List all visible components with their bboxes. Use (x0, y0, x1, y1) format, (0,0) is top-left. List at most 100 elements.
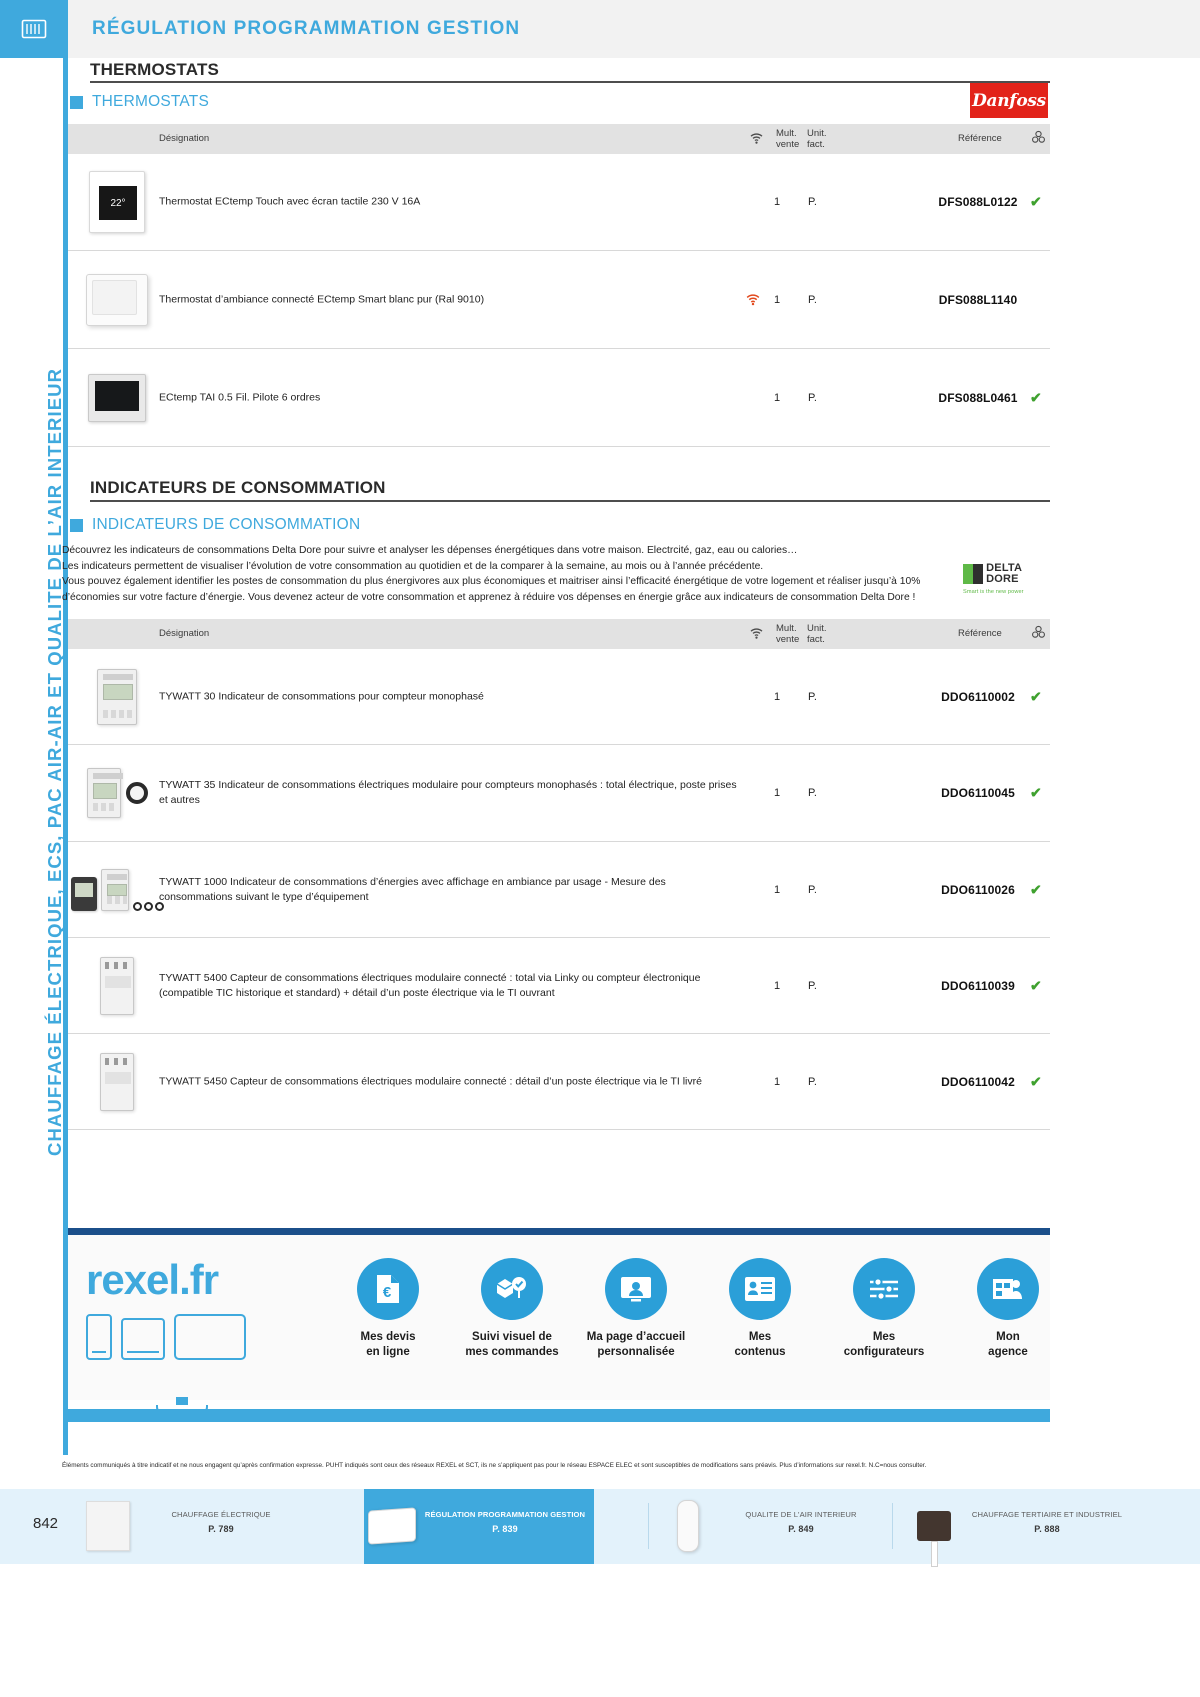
promo-feature-suivi[interactable]: Suivi visuel de mes commandes (450, 1258, 574, 1360)
product-designation: TYWATT 1000 Indicateur de consommations … (159, 875, 666, 903)
promo-bottom-rule (68, 1409, 1050, 1422)
product-reference[interactable]: DDO6110039 (923, 979, 1033, 993)
subhead-indicateurs: INDICATEURS DE CONSOMMATION (70, 516, 360, 534)
connected-wifi-icon (746, 293, 760, 306)
promo-feature-agence[interactable]: Mon agence (946, 1258, 1070, 1360)
product-unit-fact: P. (808, 883, 817, 896)
promo-feature-mes-devis[interactable]: € Mes devis en ligne (326, 1258, 450, 1360)
feature-label: Suivi visuel de mes commandes (465, 1331, 559, 1358)
feature-label: Mes contenus (734, 1331, 786, 1358)
availability-check-icon: ✔ (1030, 881, 1042, 897)
col-mult-vente: Mult. vente (776, 128, 800, 150)
rexel-logo: rexel.fr (86, 1256, 219, 1303)
product-thumbnail (78, 364, 156, 432)
bullet-square-icon (70, 518, 83, 532)
product-unit-fact: P. (808, 979, 817, 992)
feature-label: Mon agence (988, 1331, 1028, 1358)
product-designation: TYWATT 5400 Capteur de consommations éle… (159, 971, 701, 999)
promo-feature-configurateurs[interactable]: Mes configurateurs (822, 1258, 946, 1360)
product-designation: TYWATT 30 Indicateur de consommations po… (159, 689, 484, 702)
product-unit-fact: P. (808, 391, 817, 404)
product-thumbnail (78, 759, 156, 827)
devices-illustration (86, 1314, 246, 1360)
thermostats-table: Désignation Mult. vente Unit. fact. Réfé… (68, 124, 1050, 447)
table-row[interactable]: 22° Thermostat ECtemp Touch avec écran t… (68, 154, 1050, 251)
table-row[interactable]: Thermostat d’ambiance connecté ECtemp Sm… (68, 251, 1050, 349)
availability-check-icon: ✔ (1030, 389, 1042, 405)
product-mult-vente: 1 (774, 690, 781, 703)
stock-icon (1031, 625, 1046, 640)
table-row[interactable]: TYWATT 1000 Indicateur de consommations … (68, 842, 1050, 938)
table-row[interactable]: TYWATT 30 Indicateur de consommations po… (68, 649, 1050, 745)
product-unit-fact: P. (808, 196, 817, 208)
sliders-icon (853, 1258, 915, 1320)
personal-home-icon (605, 1258, 667, 1320)
table-row[interactable]: TYWATT 5400 Capteur de consommations éle… (68, 938, 1050, 1034)
product-thumbnail (78, 952, 156, 1020)
panel-heater-icon (80, 1497, 136, 1555)
invoice-euro-icon: € (357, 1258, 419, 1320)
section-rule (90, 81, 1050, 83)
bottom-nav-item-qualite-air[interactable]: QUALITE DE L'AIR INTERIEUR P. 849 (660, 1489, 890, 1564)
table-row[interactable]: ECtemp TAI 0.5 Fil. Pilote 6 ordres 1 P.… (68, 349, 1050, 447)
bottom-nav-item-chauffage-tertiaire[interactable]: CHAUFFAGE TERTIAIRE ET INDUSTRIEL P. 888 (906, 1489, 1136, 1567)
table-row[interactable]: TYWATT 35 Indicateur de consommations él… (68, 745, 1050, 842)
bottom-nav-label: QUALITE DE L'AIR INTERIEUR P. 849 (745, 1510, 857, 1534)
radiator-icon (0, 0, 68, 58)
section-title-thermostats: THERMOSTATS (90, 60, 220, 79)
stock-icon (1031, 130, 1046, 145)
bottom-nav-label: RÉGULATION PROGRAMMATION GESTION P. 839 (424, 1510, 586, 1534)
wifi-icon (750, 628, 763, 639)
product-reference[interactable]: DDO6110045 (923, 786, 1033, 800)
subhead-label: THERMOSTATS (92, 93, 210, 110)
feature-label: Ma page d’accueil personnalisée (586, 1331, 686, 1358)
product-designation: TYWATT 35 Indicateur de consommations él… (159, 778, 737, 806)
phone-icon (86, 1314, 112, 1360)
monitor-icon (174, 1314, 246, 1360)
legal-disclaimer: Éléments communiqués à titre indicatif e… (62, 1462, 927, 1469)
product-unit-fact: P. (808, 690, 817, 703)
indicateurs-table: Désignation Mult. vente Unit. fact. Réfé… (68, 619, 1050, 1130)
product-reference[interactable]: DFS088L0122 (923, 195, 1033, 209)
bottom-nav-item-chauffage-electrique[interactable]: CHAUFFAGE ÉLECTRIQUE P. 789 (80, 1489, 310, 1564)
product-thumbnail: 22° (78, 168, 156, 236)
col-reference: Référence (958, 628, 1002, 639)
thermostat-icon (364, 1497, 420, 1555)
product-reference[interactable]: DDO6110026 (923, 883, 1033, 897)
table-header-row: Désignation Mult. vente Unit. fact. Réfé… (68, 124, 1050, 154)
product-mult-vente: 1 (774, 787, 781, 799)
promo-feature-contenus[interactable]: Mes contenus (698, 1258, 822, 1360)
product-reference[interactable]: DDO6110042 (923, 1075, 1033, 1089)
bottom-nav-label: CHAUFFAGE TERTIAIRE ET INDUSTRIEL P. 888 (971, 1510, 1123, 1534)
package-tracking-icon (481, 1258, 543, 1320)
industrial-heater-icon (906, 1497, 962, 1567)
air-vent-icon (660, 1497, 716, 1555)
page-title: RÉGULATION PROGRAMMATION GESTION (92, 18, 521, 39)
svg-text:€: € (383, 1284, 392, 1301)
bottom-nav-item-regulation[interactable]: RÉGULATION PROGRAMMATION GESTION P. 839 (364, 1489, 594, 1564)
intro-line: Découvrez les indicateurs de consommatio… (62, 545, 798, 556)
product-mult-vente: 1 (774, 391, 781, 404)
promo-feature-accueil[interactable]: Ma page d’accueil personnalisée (574, 1258, 698, 1360)
tablet-icon (121, 1318, 165, 1360)
bottom-nav-divider (892, 1503, 893, 1549)
product-reference[interactable]: DFS088L1140 (923, 293, 1033, 307)
col-designation: Désignation (159, 133, 210, 144)
availability-check-icon: ✔ (1030, 1073, 1042, 1089)
product-thumbnail (78, 663, 156, 731)
product-designation: Thermostat ECtemp Touch avec écran tacti… (159, 195, 421, 208)
product-unit-fact: P. (808, 293, 817, 306)
product-thumbnail (78, 266, 156, 334)
availability-check-icon: ✔ (1030, 977, 1042, 993)
product-reference[interactable]: DFS088L0461 (923, 391, 1033, 405)
col-unit-fact: Unit. fact. (807, 623, 827, 645)
intro-line: Les indicateurs permettent de visualiser… (62, 560, 764, 572)
bottom-nav: 842 CHAUFFAGE ÉLECTRIQUE P. 789 RÉGULATI… (0, 1489, 1200, 1567)
product-unit-fact: P. (808, 787, 817, 799)
feature-label: Mes configurateurs (843, 1331, 925, 1358)
product-mult-vente: 1 (774, 979, 781, 992)
content-list-icon (729, 1258, 791, 1320)
danfoss-logo-text: Danfoss (972, 90, 1046, 111)
product-reference[interactable]: DDO6110002 (923, 690, 1033, 704)
table-row[interactable]: TYWATT 5450 Capteur de consommations éle… (68, 1034, 1050, 1130)
